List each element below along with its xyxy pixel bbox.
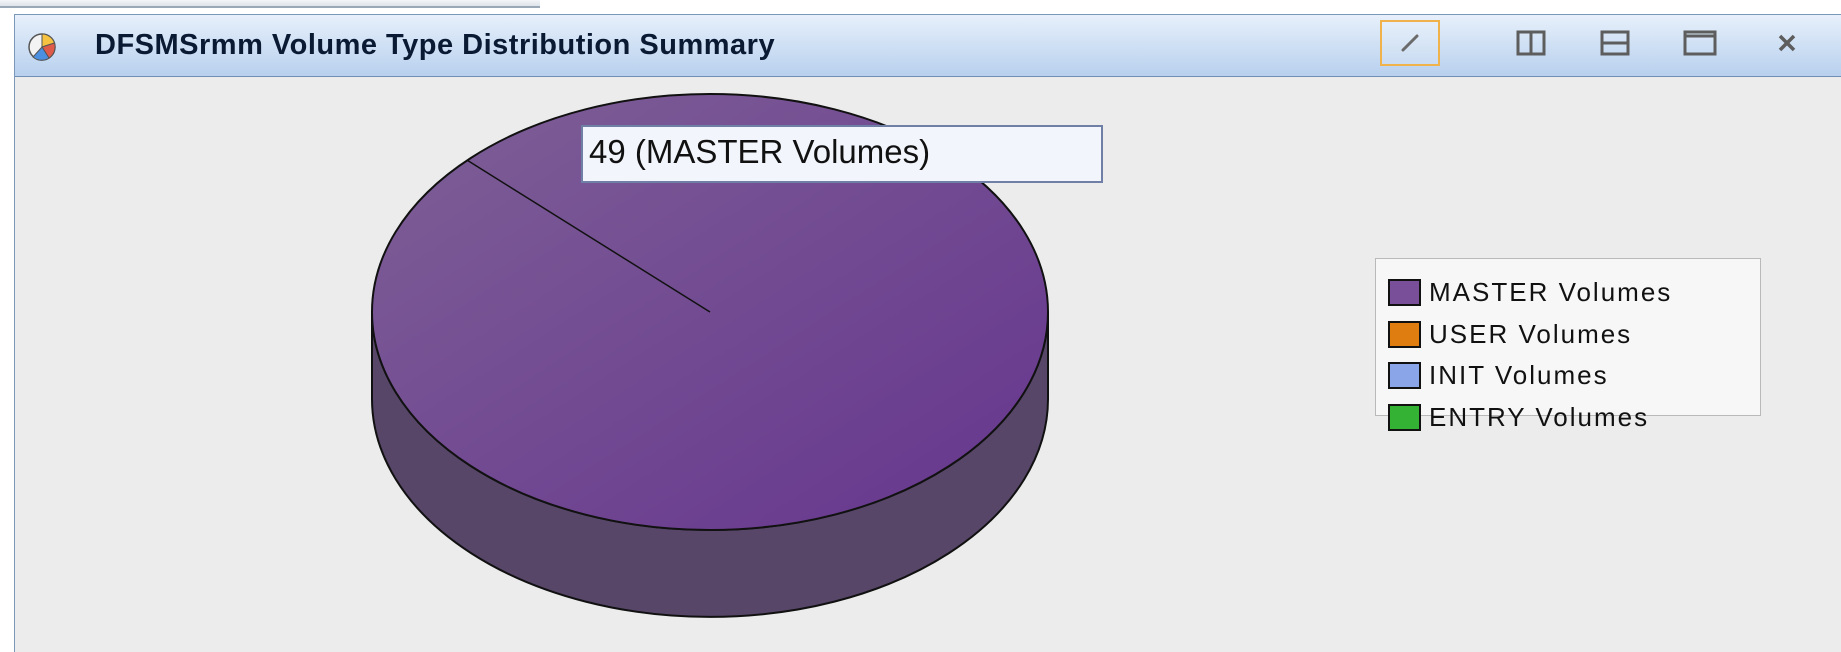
slice-tooltip: 49 (MASTER Volumes) xyxy=(581,125,1103,183)
legend-label: MASTER Volumes xyxy=(1429,277,1673,308)
legend-label: ENTRY Volumes xyxy=(1429,401,1650,432)
chart-legend: MASTER Volumes USER Volumes INIT Volumes… xyxy=(1375,258,1761,432)
legend-swatch xyxy=(1388,320,1421,348)
legend-swatch xyxy=(1388,403,1421,431)
legend-item: USER Volumes xyxy=(1388,314,1760,356)
legend-item: MASTER Volumes xyxy=(1388,272,1760,314)
legend-label: INIT Volumes xyxy=(1429,360,1609,391)
legend-item: ENTRY Volumes xyxy=(1388,397,1760,439)
legend-item: INIT Volumes xyxy=(1388,355,1760,397)
legend-swatch xyxy=(1388,362,1421,390)
legend-swatch xyxy=(1388,279,1421,307)
legend-label: USER Volumes xyxy=(1429,318,1633,349)
